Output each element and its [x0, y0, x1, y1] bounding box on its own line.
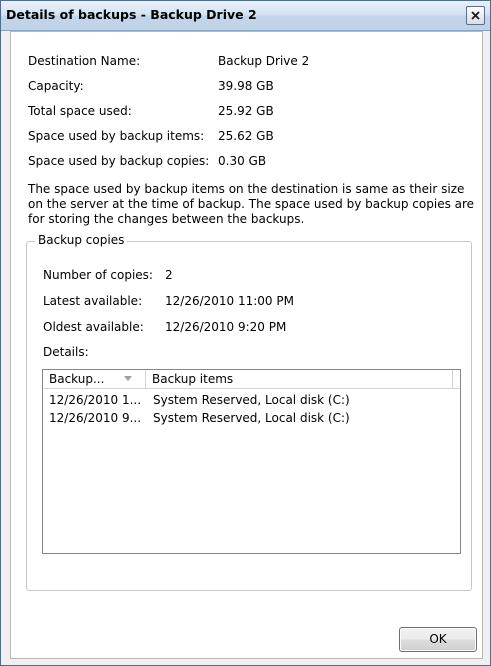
capacity-label: Capacity:: [28, 79, 84, 93]
column-header-backup-time-label: Backup...: [49, 372, 105, 386]
space-used-items-label: Space used by backup items:: [28, 129, 205, 143]
column-header-backup-time[interactable]: Backup...: [43, 370, 146, 388]
space-used-copies-label: Space used by backup copies:: [28, 154, 210, 168]
table-row[interactable]: 12/26/2010 9... System Reserved, Local d…: [43, 409, 460, 427]
total-space-used-label: Total space used:: [28, 104, 132, 118]
sort-down-icon: [124, 376, 132, 381]
space-used-items-value: 25.62 GB: [218, 129, 274, 143]
latest-available-value: 12/26/2010 11:00 PM: [165, 294, 294, 308]
row-backup-time: 12/26/2010 1...: [49, 393, 142, 407]
table-row[interactable]: 12/26/2010 1... System Reserved, Local d…: [43, 391, 460, 409]
close-button[interactable]: [466, 6, 485, 25]
oldest-available-value: 12/26/2010 9:20 PM: [165, 320, 287, 334]
row-backup-time: 12/26/2010 9...: [49, 411, 142, 425]
backup-details-list[interactable]: Backup... Backup items 12/26/2010 1... S…: [42, 369, 461, 554]
ok-button[interactable]: OK: [399, 627, 477, 652]
oldest-available-label: Oldest available:: [43, 320, 144, 334]
space-used-copies-value: 0.30 GB: [218, 154, 267, 168]
latest-available-label: Latest available:: [43, 294, 143, 308]
dialog-content: Destination Name: Backup Drive 2 Capacit…: [10, 31, 483, 659]
destination-name-label: Destination Name:: [28, 54, 141, 68]
dialog-window: Details of backups - Backup Drive 2 Dest…: [0, 0, 491, 666]
column-header-backup-items[interactable]: Backup items: [146, 370, 453, 388]
space-description: The space used by backup items on the de…: [28, 182, 475, 226]
destination-name-value: Backup Drive 2: [218, 54, 310, 68]
title-bar[interactable]: Details of backups - Backup Drive 2: [1, 1, 490, 31]
capacity-value: 39.98 GB: [218, 79, 274, 93]
number-of-copies-label: Number of copies:: [43, 268, 153, 282]
row-backup-items: System Reserved, Local disk (C:): [153, 411, 350, 425]
column-header-backup-items-label: Backup items: [152, 372, 234, 386]
list-header: Backup... Backup items: [43, 370, 460, 389]
total-space-used-value: 25.92 GB: [218, 104, 274, 118]
window-title: Details of backups - Backup Drive 2: [6, 7, 257, 22]
details-label: Details:: [43, 345, 89, 359]
close-icon: [471, 11, 480, 20]
number-of-copies-value: 2: [165, 268, 173, 282]
row-backup-items: System Reserved, Local disk (C:): [153, 393, 350, 407]
backup-copies-group-title: Backup copies: [35, 233, 128, 247]
backup-copies-group: Backup copies Number of copies: 2 Latest…: [26, 233, 472, 591]
